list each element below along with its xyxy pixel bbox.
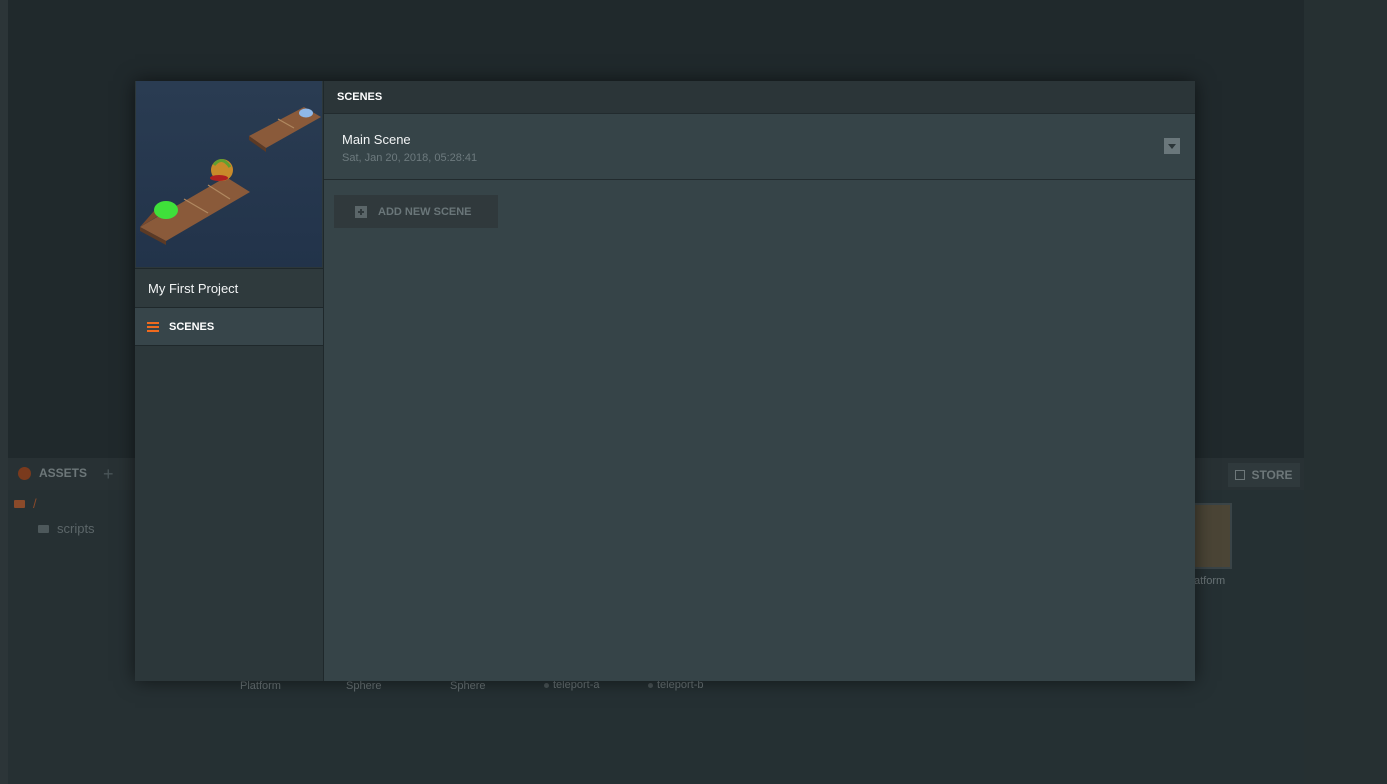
script-icon: [544, 682, 549, 688]
project-name: My First Project: [135, 268, 323, 308]
assets-title-label: ASSETS: [39, 466, 88, 480]
dialog-sidebar: My First Project SCENES: [135, 81, 324, 681]
scene-row[interactable]: Main Scene Sat, Jan 20, 2018, 05:28:41: [324, 114, 1195, 180]
asset-label[interactable]: Sphere: [450, 680, 485, 692]
sidebar-item-label: SCENES: [169, 320, 215, 333]
assets-toggle-icon: [18, 466, 31, 480]
project-thumbnail-image: [136, 81, 322, 267]
folder-icon: [38, 524, 49, 533]
add-new-scene-label: ADD NEW SCENE: [378, 205, 472, 218]
folder-icon: [14, 499, 25, 508]
add-new-scene-button[interactable]: ADD NEW SCENE: [334, 195, 498, 228]
plus-icon: [355, 205, 367, 218]
tree-item-label: /: [33, 496, 37, 511]
asset-label[interactable]: atform: [1194, 575, 1225, 587]
tree-item-root[interactable]: /: [14, 496, 37, 511]
inspector-panel: [1304, 0, 1387, 784]
asset-thumbnail[interactable]: [1192, 503, 1232, 569]
tree-item-scripts[interactable]: scripts: [38, 521, 95, 536]
list-icon: [147, 321, 159, 332]
script-icon: [648, 682, 653, 688]
asset-label[interactable]: Platform: [240, 680, 281, 692]
tree-item-label: scripts: [57, 521, 95, 536]
project-thumbnail: [136, 81, 322, 267]
scene-date: Sat, Jan 20, 2018, 05:28:41: [342, 152, 478, 164]
scene-dropdown-button[interactable]: [1164, 138, 1180, 154]
sidebar-item-scenes[interactable]: SCENES: [135, 308, 323, 346]
dialog-content: SCENES Main Scene Sat, Jan 20, 2018, 05:…: [324, 81, 1195, 681]
assets-title[interactable]: ASSETS: [18, 466, 87, 480]
store-button[interactable]: STORE: [1228, 463, 1300, 487]
left-edge-strip: [0, 0, 8, 784]
store-label: STORE: [1251, 468, 1293, 482]
section-title: SCENES: [324, 81, 1195, 114]
scene-name: Main Scene: [342, 132, 411, 147]
store-icon: [1235, 470, 1246, 480]
project-dialog: My First Project SCENES SCENES Main Scen…: [135, 81, 1195, 681]
add-asset-button[interactable]: +: [103, 464, 114, 485]
asset-label[interactable]: Sphere: [346, 680, 381, 692]
